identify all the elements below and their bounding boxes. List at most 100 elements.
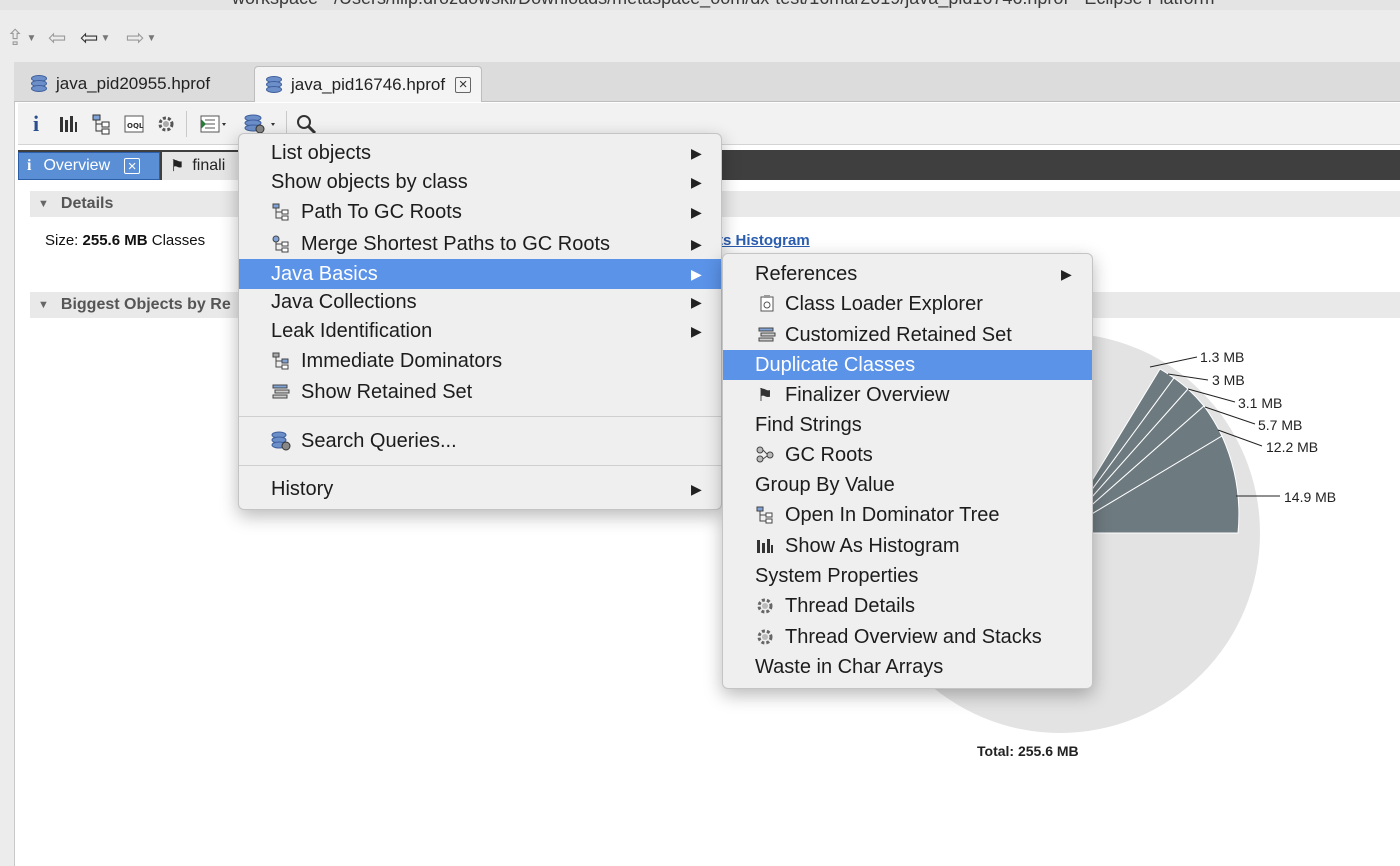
heap-dump-icon <box>265 75 283 95</box>
menu-item-label: Group By Value <box>755 473 895 496</box>
menu-item-label: Show Retained Set <box>301 380 473 403</box>
window-title-bar: workspace - /Users/filip.drozdowski/Down… <box>0 0 1400 10</box>
forward-button[interactable]: ⇨ ▼ <box>126 25 157 50</box>
back-to-edit-button[interactable]: ⇦ <box>48 25 67 50</box>
navigation-toolbar: ⇪ ▼ ⇦ ⇦ ▼ ⇨ ▼ <box>0 10 1400 62</box>
path-tree-icon <box>271 202 291 222</box>
submenu-arrow-icon: ▶ <box>691 480 702 497</box>
menu-item-thread-details[interactable]: Thread Details <box>723 591 1092 621</box>
tab-java-pid16746[interactable]: java_pid16746.hprof × <box>254 66 483 102</box>
menu-item-finalizer-overview[interactable]: ⚑ Finalizer Overview <box>723 380 1092 410</box>
histogram-icon[interactable] <box>56 112 80 136</box>
menu-item-duplicate-classes[interactable]: Duplicate Classes <box>723 350 1092 380</box>
up-arrow-icon: ⇪ <box>6 25 25 50</box>
close-tab-icon[interactable]: × <box>124 158 141 174</box>
submenu-arrow-icon: ▶ <box>691 322 702 339</box>
back-edit-icon: ⇦ <box>48 25 67 50</box>
menu-item-immediate-dominators[interactable]: Immediate Dominators <box>239 346 721 376</box>
menu-item-label: Merge Shortest Paths to GC Roots <box>301 232 611 255</box>
classes-label: Classes <box>151 232 206 249</box>
details-summary: Size: 255.6 MB Classes <box>45 232 205 249</box>
class-loader-icon <box>757 294 777 314</box>
dropdown-caret-icon: ▼ <box>100 32 111 44</box>
menu-item-label: System Properties <box>755 564 919 587</box>
menu-item-label: Java Collections <box>271 290 417 313</box>
menu-item-label: Find Strings <box>755 413 862 436</box>
submenu-arrow-icon: ▶ <box>691 265 702 282</box>
submenu-arrow-icon: ▶ <box>691 203 702 220</box>
toolbar-separator <box>186 111 187 137</box>
run-report-button[interactable] <box>194 112 234 136</box>
menu-item-label: References <box>755 262 858 285</box>
menu-item-find-strings[interactable]: Find Strings <box>723 410 1092 440</box>
menu-item-show-retained-set[interactable]: Show Retained Set <box>239 377 721 407</box>
menu-item-label: Class Loader Explorer <box>785 292 983 315</box>
retained-set-icon <box>757 325 777 345</box>
menu-item-system-properties[interactable]: System Properties <box>723 561 1092 591</box>
submenu-arrow-icon: ▶ <box>691 144 702 161</box>
dominator-tree-icon <box>755 505 775 525</box>
menu-item-java-basics[interactable]: Java Basics ▶ <box>239 259 721 289</box>
menu-item-label: History <box>271 477 334 500</box>
info-icon: i <box>27 157 32 174</box>
query-context-menu: List objects ▶ Show objects by class ▶ P… <box>238 133 722 510</box>
submenu-arrow-icon: ▶ <box>691 235 702 252</box>
tab-overview[interactable]: i Overview × <box>18 152 160 180</box>
retained-set-icon <box>271 382 291 402</box>
dropdown-caret-icon: ▼ <box>26 32 37 44</box>
menu-item-label: Finalizer Overview <box>785 383 950 406</box>
menu-item-show-objects-by-class[interactable]: Show objects by class ▶ <box>239 167 721 197</box>
menu-item-open-in-dominator-tree[interactable]: Open In Dominator Tree <box>723 500 1092 530</box>
gear-icon[interactable] <box>154 112 178 136</box>
search-queries-icon <box>271 431 291 451</box>
menu-item-label: Show As Histogram <box>785 534 960 557</box>
collapse-triangle-icon: ▼ <box>38 198 49 210</box>
menu-item-waste-in-char-arrays[interactable]: Waste in Char Arrays <box>723 652 1092 682</box>
menu-item-history[interactable]: History ▶ <box>239 474 721 504</box>
back-arrow-icon: ⇦ <box>80 25 99 50</box>
histogram-icon <box>755 536 775 556</box>
up-navigation-button[interactable]: ⇪ ▼ <box>6 25 37 50</box>
menu-item-label: Waste in Char Arrays <box>755 655 944 678</box>
menu-item-references[interactable]: References ▶ <box>723 259 1092 289</box>
menu-separator <box>239 416 721 417</box>
menu-item-label: GC Roots <box>785 443 873 466</box>
menu-item-label: Thread Overview and Stacks <box>785 625 1042 648</box>
menu-item-gc-roots[interactable]: GC Roots <box>723 440 1092 470</box>
tab-label: finali <box>192 157 226 174</box>
menu-item-leak-identification[interactable]: Leak Identification ▶ <box>239 316 721 346</box>
back-button[interactable]: ⇦ ▼ <box>80 25 111 50</box>
menu-item-search-queries[interactable]: Search Queries... <box>239 426 721 456</box>
dominator-tree-icon[interactable] <box>90 112 114 136</box>
menu-item-label: Immediate Dominators <box>301 349 503 372</box>
menu-item-label: Java Basics <box>271 262 378 285</box>
menu-item-list-objects[interactable]: List objects ▶ <box>239 138 721 168</box>
menu-item-merge-shortest-paths[interactable]: Merge Shortest Paths to GC Roots ▶ <box>239 229 721 259</box>
menu-separator <box>239 465 721 466</box>
gc-roots-icon <box>755 445 775 465</box>
size-label: Size: <box>45 232 79 249</box>
section-title: Details <box>60 195 114 212</box>
menu-item-customized-retained-set[interactable]: Customized Retained Set <box>723 320 1092 350</box>
oql-icon[interactable]: OQL <box>122 112 146 136</box>
menu-item-path-to-gc-roots[interactable]: Path To GC Roots ▶ <box>239 197 721 227</box>
menu-item-group-by-value[interactable]: Group By Value <box>723 470 1092 500</box>
menu-item-class-loader-explorer[interactable]: Class Loader Explorer <box>723 289 1092 319</box>
histogram-link[interactable]: ts Histogram <box>718 232 810 249</box>
gear-icon <box>755 627 775 647</box>
menu-item-label: Search Queries... <box>301 429 457 452</box>
menu-item-label: Open In Dominator Tree <box>785 503 1000 526</box>
tab-java-pid20955[interactable]: java_pid20955.hprof <box>20 66 220 102</box>
menu-item-java-collections[interactable]: Java Collections ▶ <box>239 287 721 317</box>
submenu-arrow-icon: ▶ <box>691 293 702 310</box>
section-title: Biggest Objects by Re <box>60 296 231 313</box>
tab-label: java_pid16746.hprof <box>291 74 446 94</box>
close-tab-icon[interactable]: × <box>455 76 472 93</box>
info-icon[interactable]: i <box>24 111 48 136</box>
window-title: workspace - /Users/filip.drozdowski/Down… <box>232 0 1214 9</box>
menu-item-show-as-histogram[interactable]: Show As Histogram <box>723 531 1092 561</box>
tab-finalizer[interactable]: ⚑ finali <box>162 152 242 180</box>
dropdown-caret-icon: ▼ <box>146 32 157 44</box>
size-value: 255.6 MB <box>82 232 148 249</box>
menu-item-thread-overview-and-stacks[interactable]: Thread Overview and Stacks <box>723 622 1092 652</box>
